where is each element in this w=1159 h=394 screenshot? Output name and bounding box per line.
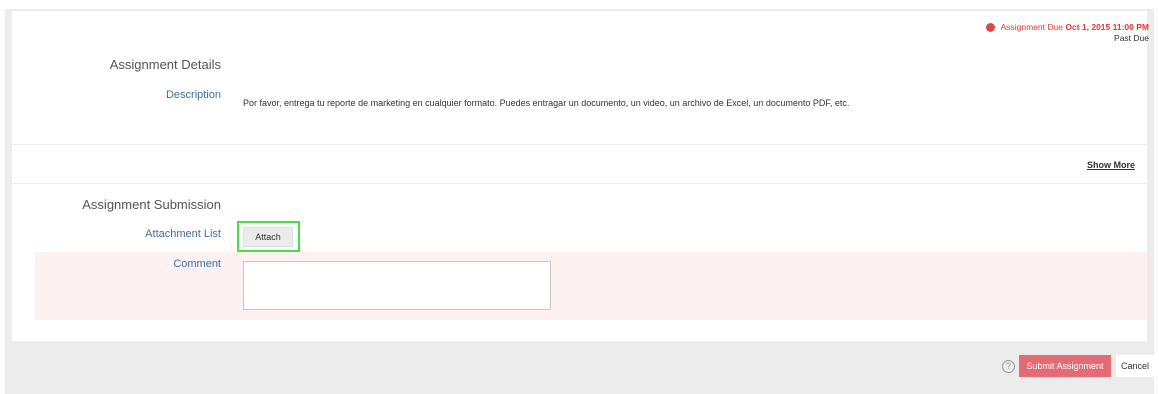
comment-textarea[interactable]: [243, 261, 551, 310]
due-info: Assignment Due Oct 1, 2015 11:00 PM Past…: [985, 22, 1149, 44]
comment-label: Comment: [173, 258, 221, 270]
due-row: Assignment Due Oct 1, 2015 11:00 PM: [985, 22, 1149, 33]
past-due-status: Past Due: [1114, 33, 1149, 43]
attach-button[interactable]: Attach: [243, 227, 293, 247]
due-status-dot-icon: [985, 23, 995, 32]
submit-assignment-button[interactable]: Submit Assignment: [1019, 355, 1111, 377]
due-label: Assignment Due: [1000, 22, 1063, 32]
divider-top: [12, 144, 1147, 145]
show-more-link[interactable]: Show More: [1087, 160, 1135, 170]
due-date: Oct 1, 2015 11:00 PM: [1065, 22, 1149, 32]
help-icon[interactable]: ?: [1002, 360, 1015, 373]
assignment-details-title: Assignment Details: [109, 57, 221, 72]
attachment-list-label: Attachment List: [145, 228, 221, 240]
assignment-submission-title: Assignment Submission: [82, 197, 221, 212]
divider-bottom: [12, 183, 1147, 184]
description-label: Description: [165, 89, 221, 101]
cancel-button[interactable]: Cancel: [1116, 355, 1154, 377]
description-text: Por favor, entrega tu reporte de marketi…: [243, 98, 850, 108]
attach-highlight: Attach: [237, 221, 300, 252]
due-label-group: Assignment Due Oct 1, 2015 11:00 PM: [1001, 22, 1149, 33]
